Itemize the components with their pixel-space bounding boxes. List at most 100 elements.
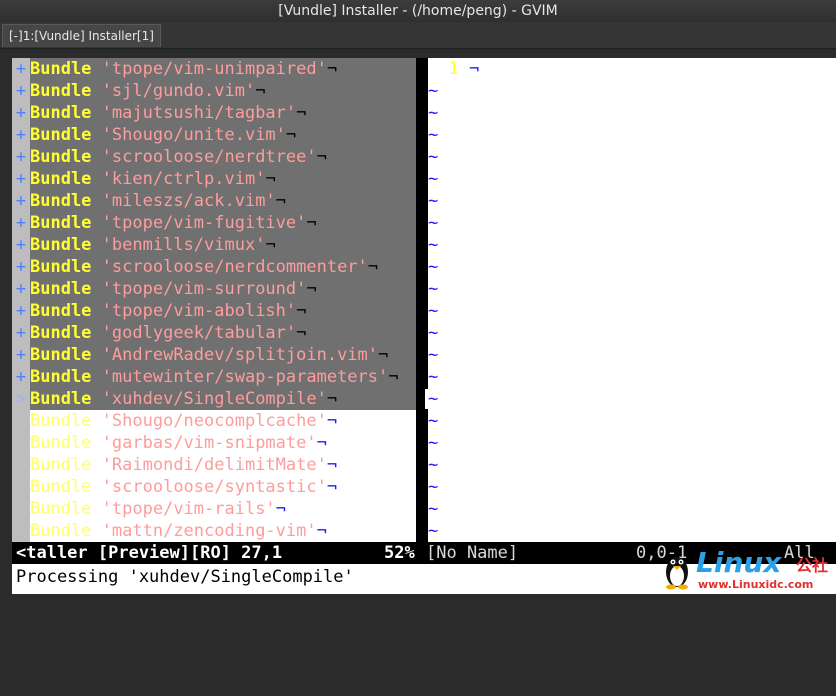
bundle-repo: 'mutewinter/swap-parameters' [101, 367, 389, 387]
bundle-repo: 'tpope/vim-rails' [101, 499, 276, 519]
bundle-sign: + [15, 59, 27, 79]
bundle-sign: + [15, 191, 27, 211]
empty-line-tilde: ~ [428, 212, 836, 234]
tilde-marker: ~ [428, 169, 439, 189]
bundle-keyword: Bundle [30, 125, 92, 145]
bundle-line: + Bundle 'godlygeek/tabular'¬ [12, 322, 416, 344]
bundle-keyword: Bundle [30, 279, 92, 299]
bundle-keyword: Bundle [30, 59, 92, 79]
eol-marker: ¬ [296, 301, 307, 321]
bundle-repo: 'Shougo/neocomplcache' [101, 411, 327, 431]
bundle-keyword: Bundle [30, 301, 92, 321]
bundle-line: Bundle 'Raimondi/delimitMate'¬ [12, 454, 416, 476]
bundle-repo: 'majutsushi/tagbar' [101, 103, 297, 123]
status-left: <taller [Preview][RO] 27,1 [16, 543, 283, 563]
tilde-marker: ~ [428, 345, 439, 365]
empty-line-tilde: ~ [428, 300, 836, 322]
empty-line-tilde: ~ [428, 344, 836, 366]
status-buffer-name: [No Name] [426, 543, 519, 563]
tilde-marker: ~ [428, 257, 439, 277]
tilde-marker: ~ [428, 455, 439, 475]
empty-line-tilde: ~ [428, 498, 836, 520]
tilde-marker: ~ [428, 499, 439, 519]
eol-marker: ¬ [255, 81, 266, 101]
empty-line-tilde: ~ [428, 124, 836, 146]
bundle-repo: 'benmills/vimux' [101, 235, 266, 255]
bundle-sign: + [15, 103, 27, 123]
bundle-keyword: Bundle [30, 257, 92, 277]
bundle-line: Bundle 'garbas/vim-snipmate'¬ [12, 432, 416, 454]
eol-marker: ¬ [275, 499, 286, 519]
tilde-marker: ~ [428, 323, 439, 343]
empty-line-tilde: ~ [428, 432, 836, 454]
empty-buffer-lines: 1 ¬ ~ ~ ~ ~ ~ ~ ~ ~ ~ ~ ~ ~ ~ ~ ~ ~ ~ ~ ~ ~ ~ [428, 58, 836, 542]
bundle-sign: + [15, 81, 27, 101]
tilde-marker: ~ [428, 389, 439, 409]
bundle-keyword: Bundle [30, 455, 92, 475]
bundle-sign: + [15, 301, 27, 321]
empty-line-tilde: ~ [428, 256, 836, 278]
vertical-split-separator[interactable] [416, 58, 428, 542]
empty-line-tilde: ~ [428, 102, 836, 124]
tilde-marker: ~ [428, 235, 439, 255]
no-name-pane[interactable]: 1 ¬ ~ ~ ~ ~ ~ ~ ~ ~ ~ ~ ~ ~ ~ ~ ~ ~ ~ ~ ~ ~ ~ [428, 58, 836, 542]
preview-pane[interactable]: + Bundle 'tpope/vim-unimpaired'¬ + Bundle '… [12, 58, 416, 542]
tilde-marker: ~ [428, 411, 439, 431]
eol-marker: ¬ [265, 235, 276, 255]
bundle-keyword: Bundle [30, 191, 92, 211]
eol-marker: ¬ [388, 367, 399, 387]
bundle-repo: 'Shougo/unite.vim' [101, 125, 286, 145]
bundle-line: + Bundle 'kien/ctrlp.vim'¬ [12, 168, 416, 190]
gvim-editor[interactable]: + Bundle 'tpope/vim-unimpaired'¬ + Bundle '… [12, 58, 836, 594]
bundle-line: + Bundle 'sjl/gundo.vim'¬ [12, 80, 416, 102]
bundle-sign: + [15, 169, 27, 189]
bundle-line: + Bundle 'benmills/vimux'¬ [12, 234, 416, 256]
empty-line-tilde: ~ [428, 388, 836, 410]
empty-line-tilde: ~ [428, 454, 836, 476]
empty-line-tilde: ~ [428, 520, 836, 542]
tilde-marker: ~ [428, 279, 439, 299]
empty-line-tilde: ~ [428, 410, 836, 432]
bundle-keyword: Bundle [30, 345, 92, 365]
eol-marker: ¬ [316, 433, 327, 453]
bundle-line: Bundle 'Shougo/neocomplcache'¬ [12, 410, 416, 432]
bundle-keyword: Bundle [30, 389, 92, 409]
bundle-keyword: Bundle [30, 433, 92, 453]
tilde-marker: ~ [428, 367, 439, 387]
bundle-line: + Bundle 'majutsushi/tagbar'¬ [12, 102, 416, 124]
bundle-sign: > [15, 389, 27, 409]
eol-marker: ¬ [326, 389, 338, 409]
tilde-marker: ~ [428, 81, 439, 101]
bundle-repo: 'sjl/gundo.vim' [101, 81, 256, 101]
bundle-line: Bundle 'tpope/vim-rails'¬ [12, 498, 416, 520]
eol-marker: ¬ [326, 455, 338, 475]
bundle-repo: 'Raimondi/delimitMate' [101, 455, 327, 475]
watermark-brand: Linux [696, 546, 782, 579]
bundle-keyword: Bundle [30, 323, 92, 343]
bundle-keyword: Bundle [30, 81, 92, 101]
bundle-line: + Bundle 'tpope/vim-surround'¬ [12, 278, 416, 300]
bundle-repo: 'garbas/vim-snipmate' [101, 433, 317, 453]
bundle-repo: 'scrooloose/syntastic' [101, 477, 327, 497]
eol-marker: ¬ [378, 345, 389, 365]
line-number: 1 [448, 59, 459, 79]
tab-vundle-installer[interactable]: [-]1:[Vundle] Installer[1] [2, 24, 161, 47]
tilde-marker: ~ [428, 125, 439, 145]
bundle-repo: 'tpope/vim-fugitive' [101, 213, 307, 233]
buffer-line-1: 1 ¬ [428, 58, 836, 80]
bundle-repo: 'scrooloose/nerdtree' [101, 147, 317, 167]
bundle-keyword: Bundle [30, 103, 92, 123]
tilde-marker: ~ [428, 213, 439, 233]
tilde-marker: ~ [428, 521, 439, 541]
bundle-keyword: Bundle [30, 521, 92, 541]
bundle-line: + Bundle 'tpope/vim-unimpaired'¬ [12, 58, 416, 80]
bundle-line: + Bundle 'Shougo/unite.vim'¬ [12, 124, 416, 146]
bundle-repo: 'xuhdev/SingleCompile' [101, 389, 327, 409]
eol-marker: ¬ [316, 147, 327, 167]
bundle-sign: + [15, 279, 27, 299]
bundle-keyword: Bundle [30, 235, 92, 255]
bundle-line: + Bundle 'scrooloose/nerdcommenter'¬ [12, 256, 416, 278]
eol-marker: ¬ [326, 411, 338, 431]
bundle-keyword: Bundle [30, 367, 92, 387]
watermark-brand-cn: 公社 [796, 556, 829, 575]
